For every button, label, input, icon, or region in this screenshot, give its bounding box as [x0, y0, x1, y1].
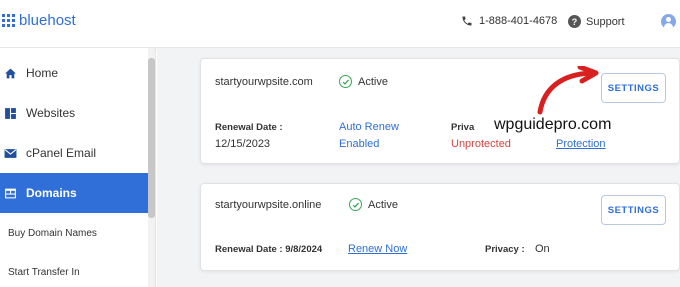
- sidebar: Home Websites cPanel Email Domains Buy D…: [0, 48, 156, 287]
- privacy-status: Unprotected: [451, 138, 511, 150]
- bluehost-logo[interactable]: bluehost: [2, 12, 76, 29]
- logo-grid-icon: [2, 14, 15, 27]
- status-badge: Active: [339, 75, 388, 88]
- domains-icon: [3, 186, 17, 200]
- sidebar-item-label: Websites: [26, 106, 76, 120]
- settings-button[interactable]: SETTINGS: [601, 195, 666, 225]
- support-link[interactable]: ? Support: [568, 15, 625, 28]
- annotation-arrow-icon: [537, 66, 599, 115]
- sidebar-item-websites[interactable]: Websites: [0, 98, 149, 128]
- sidebar-item-domains[interactable]: Domains: [0, 173, 149, 213]
- logo-text: bluehost: [19, 12, 76, 29]
- sidebar-item-home[interactable]: Home: [0, 58, 149, 88]
- home-icon: [3, 66, 17, 80]
- phone-number: 1-888-401-4678: [479, 15, 558, 27]
- status-badge: Active: [349, 198, 398, 211]
- status-text: Active: [358, 75, 388, 88]
- sidebar-item-label: Domains: [26, 186, 77, 200]
- sidebar-item-label: Home: [26, 66, 59, 80]
- privacy-status: On: [535, 243, 550, 255]
- auto-renew-link[interactable]: Auto Renew: [339, 121, 399, 133]
- sidebar-subitem-start-transfer-in[interactable]: Start Transfer In: [8, 267, 80, 278]
- sidebar-item-cpanel-email[interactable]: cPanel Email: [0, 138, 149, 168]
- bluehost-dashboard: bluehost 1-888-401-4678 ? Support Home W…: [0, 0, 680, 287]
- phone-icon: [462, 16, 472, 26]
- status-text: Active: [368, 198, 398, 211]
- support-label: Support: [586, 15, 625, 28]
- check-circle-icon: [339, 75, 352, 88]
- renew-now-link[interactable]: Renew Now: [348, 243, 407, 255]
- domain-card: startyourwpsite.online Active SETTINGS R…: [200, 183, 680, 271]
- renewal-date-text: Renewal Date : 9/8/2024: [215, 244, 323, 255]
- help-icon: ?: [568, 15, 581, 28]
- mail-icon: [3, 146, 17, 160]
- privacy-label: Priva: [451, 122, 475, 133]
- privacy-protection-link[interactable]: Protection: [556, 138, 606, 150]
- check-circle-icon: [349, 198, 362, 211]
- watermark-text: wpguidepro.com: [493, 116, 613, 134]
- sidebar-subitem-buy-domain-names[interactable]: Buy Domain Names: [8, 228, 97, 239]
- renewal-date-label: Renewal Date :: [215, 122, 283, 133]
- privacy-label: Privacy :: [485, 244, 525, 255]
- phone-contact[interactable]: 1-888-401-4678: [461, 15, 557, 27]
- domain-name[interactable]: startyourwpsite.com: [215, 76, 313, 88]
- sidebar-scrollbar-thumb[interactable]: [148, 58, 155, 218]
- websites-icon: [3, 106, 17, 120]
- auto-renew-status[interactable]: Enabled: [339, 138, 379, 150]
- top-header: bluehost 1-888-401-4678 ? Support: [0, 0, 680, 48]
- domain-name[interactable]: startyourwpsite.online: [215, 199, 321, 211]
- sidebar-item-label: cPanel Email: [26, 146, 97, 160]
- renewal-date-value: 12/15/2023: [215, 138, 271, 150]
- settings-button[interactable]: SETTINGS: [601, 73, 666, 103]
- user-avatar-icon[interactable]: [661, 14, 676, 29]
